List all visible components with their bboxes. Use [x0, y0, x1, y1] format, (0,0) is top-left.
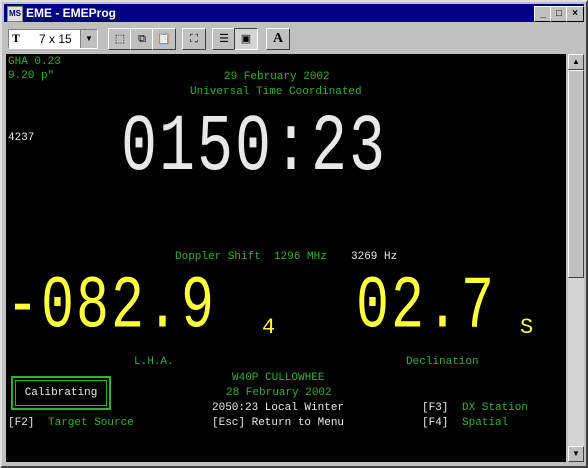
background-icon[interactable]: ▣	[234, 28, 258, 50]
calibrating-label: Calibrating	[15, 380, 107, 406]
scroll-down-icon[interactable]: ▼	[568, 446, 584, 462]
declination-suffix: S	[520, 315, 534, 340]
local-time: 2050:23 Local Winter	[212, 402, 345, 414]
scroll-up-icon[interactable]: ▲	[568, 54, 584, 70]
f3-label[interactable]: DX Station	[462, 402, 528, 415]
lha-value: -082.9	[6, 264, 217, 350]
gha-readout: GHA 0.23	[8, 56, 61, 68]
vertical-scrollbar[interactable]: ▲ ▼	[568, 54, 584, 462]
truetype-font-icon: T	[12, 31, 21, 45]
station-date: 28 February 2002	[226, 387, 332, 399]
f4-label[interactable]: Spatial	[462, 417, 508, 430]
title-bar[interactable]: MS EME - EMEProg _ □ ×	[4, 4, 584, 22]
f3-key[interactable]: [F3]	[422, 402, 448, 415]
paste-icon[interactable]: 📋	[152, 28, 176, 50]
mark-icon[interactable]: ⬚	[108, 28, 132, 50]
properties-icon[interactable]: ☰	[212, 28, 236, 50]
utc-label: Universal Time Coordinated	[190, 86, 362, 98]
utc-date: 29 February 2002	[224, 71, 330, 83]
lha-label: L.H.A.	[134, 356, 174, 368]
esc-return-menu[interactable]: [Esc] Return to Menu	[212, 417, 344, 430]
app-window: MS EME - EMEProg _ □ × T 7 x 15 ▼ ⬚ ⧉ 📋 …	[0, 0, 588, 468]
gha-secondary-readout: 9.20 p"	[8, 70, 55, 82]
toolbar: T 7 x 15 ▼ ⬚ ⧉ 📋 ⛶ ☰ ▣ A	[4, 24, 584, 52]
full-screen-icon[interactable]: ⛶	[182, 28, 206, 50]
scroll-thumb[interactable]	[568, 70, 584, 278]
doppler-value: 3269 Hz	[351, 251, 398, 263]
declination-label: Declination	[406, 356, 479, 368]
close-button[interactable]: ×	[566, 6, 584, 22]
doppler-label: Doppler Shift 1296 MHz	[175, 251, 327, 263]
station-name: W40P CULLOWHEE	[232, 372, 325, 384]
font-size-select[interactable]: T 7 x 15 ▼	[8, 29, 98, 49]
declination-value: 02.7	[356, 264, 497, 350]
font-size-value: 7 x 15	[39, 32, 72, 46]
copy-icon[interactable]: ⧉	[130, 28, 154, 50]
counter-readout: 4237	[8, 132, 35, 144]
chevron-down-icon[interactable]: ▼	[80, 30, 97, 48]
calibrating-box[interactable]: Calibrating	[11, 376, 111, 410]
console-screen[interactable]: GHA 0.23 9.20 p" 4237 29 February 2002 U…	[6, 54, 566, 462]
f2-label[interactable]: Target Source	[48, 417, 134, 430]
f4-key[interactable]: [F4]	[422, 417, 448, 430]
utc-time: 0150:23	[121, 102, 388, 195]
f2-key[interactable]: [F2]	[8, 417, 34, 430]
font-icon[interactable]: A	[266, 28, 290, 50]
ms-dos-icon[interactable]: MS	[7, 6, 23, 22]
lha-suffix: 4	[262, 315, 276, 340]
window-title: EME - EMEProg	[26, 6, 117, 20]
